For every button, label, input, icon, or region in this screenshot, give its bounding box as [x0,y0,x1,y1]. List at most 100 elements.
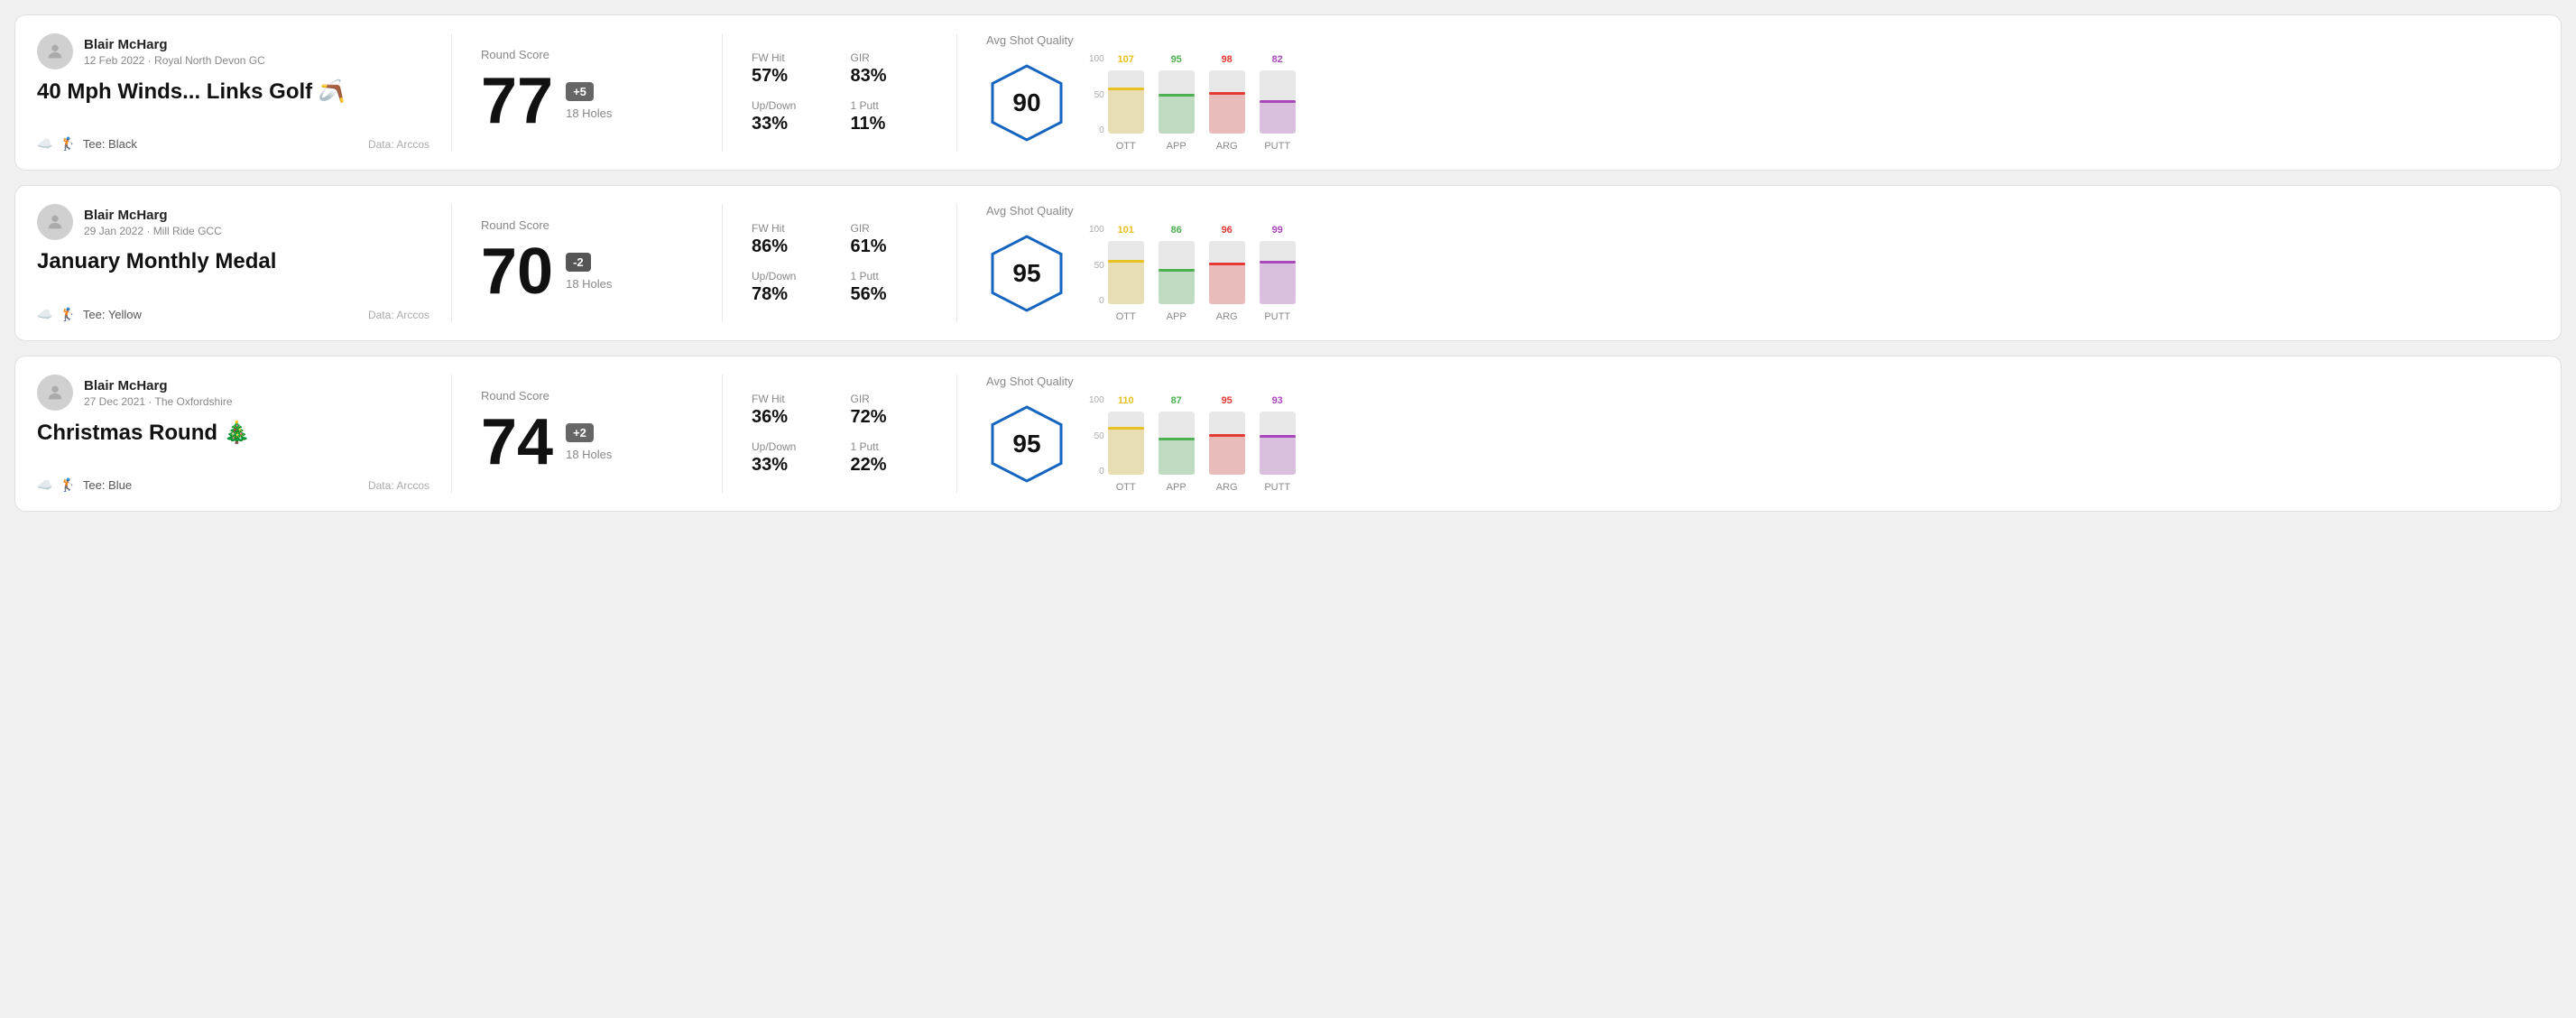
data-source-3: Data: Arccos [368,479,429,492]
fw-hit-label-1: FW Hit [752,51,829,64]
bar-value-putt: 82 [1272,54,1283,65]
y-axis: 100 50 0 [1089,225,1104,322]
bar-group-ott: 107 OTT [1108,54,1144,152]
score-section-1: Round Score 77 +5 18 Holes [452,33,723,152]
tee-info-3: ☁️ 🏌️ Tee: Blue [37,477,132,493]
bar-value-app: 86 [1171,225,1182,236]
holes-label-1: 18 Holes [566,106,612,120]
quality-row-2: 95 100 50 0 101 OTT [986,225,2539,322]
fw-hit-stat-3: FW Hit 36% [752,393,829,428]
bar-wrapper-ott [1108,412,1144,475]
bar-fill-line-app [1159,269,1195,272]
bar-label-ott: OTT [1116,482,1136,493]
date-venue-1: 12 Feb 2022 · Royal North Devon GC [84,54,265,67]
gir-value-3: 72% [851,407,928,428]
bar-fill-bg-ott [1108,427,1144,475]
bars-row: 107 OTT 95 APP 98 [1108,54,1296,152]
stats-section-1: FW Hit 57% GIR 83% Up/Down 33% 1 Putt 11… [723,33,957,152]
y-mid: 50 [1094,90,1104,100]
chart-area-3: 100 50 0 110 OTT 87 APP [1089,395,2539,493]
bar-fill-bg-putt [1260,261,1296,304]
hex-score-3: 95 [1012,430,1040,458]
bar-fill-bg-app [1159,94,1195,134]
big-score-3: 74 [481,410,553,475]
y-min: 0 [1099,296,1104,306]
bar-wrapper-app [1159,412,1195,475]
weather-icon-3: ☁️ [37,477,52,493]
bar-label-arg: ARG [1216,482,1238,493]
bar-fill-line-arg [1209,434,1245,437]
updown-stat-3: Up/Down 33% [752,440,829,476]
gir-label-1: GIR [851,51,928,64]
bar-fill-bg-ott [1108,88,1144,134]
bar-value-ott: 107 [1118,54,1134,65]
y-min: 0 [1099,125,1104,135]
bar-value-arg: 96 [1222,225,1233,236]
bar-wrapper-app [1159,241,1195,304]
date-venue-3: 27 Dec 2021 · The Oxfordshire [84,395,233,408]
score-row-3: 74 +2 18 Holes [481,410,693,475]
updown-stat-1: Up/Down 33% [752,99,829,134]
tee-label-1: Tee: Black [83,137,137,151]
bar-fill-line-arg [1209,263,1245,265]
score-label-3: Round Score [481,389,693,403]
bar-fill-line-putt [1260,435,1296,438]
hexagon-3: 95 [986,403,1067,485]
quality-section-3: Avg Shot Quality 95 100 50 0 [957,375,2539,493]
avatar-3 [37,375,73,411]
bar-fill-line-putt [1260,261,1296,264]
bar-chart-container: 100 50 0 110 OTT 87 APP [1089,395,2539,493]
user-name-1: Blair McHarg [84,37,265,52]
bar-label-putt: PUTT [1264,482,1290,493]
bar-group-arg: 98 ARG [1209,54,1245,152]
bottom-row-3: ☁️ 🏌️ Tee: Blue Data: Arccos [37,477,429,493]
score-label-1: Round Score [481,48,693,61]
fw-hit-label-2: FW Hit [752,222,829,235]
tee-info-2: ☁️ 🏌️ Tee: Yellow [37,307,142,322]
gir-value-2: 61% [851,236,928,257]
updown-label-3: Up/Down [752,440,829,453]
y-max: 100 [1089,54,1104,64]
round-card-1: Blair McHarg 12 Feb 2022 · Royal North D… [14,14,2562,171]
bar-wrapper-app [1159,70,1195,134]
holes-label-2: 18 Holes [566,277,612,291]
bar-group-putt: 82 PUTT [1260,54,1296,152]
hexagon-1: 90 [986,62,1067,143]
updown-stat-2: Up/Down 78% [752,270,829,305]
bar-value-app: 87 [1171,395,1182,406]
updown-label-2: Up/Down [752,270,829,282]
big-score-1: 77 [481,69,553,134]
y-mid: 50 [1094,261,1104,271]
bar-fill-line-ott [1108,88,1144,90]
fw-hit-label-3: FW Hit [752,393,829,405]
bottom-row-1: ☁️ 🏌️ Tee: Black Data: Arccos [37,136,429,152]
bar-fill-bg-arg [1209,263,1245,304]
user-name-2: Blair McHarg [84,208,222,223]
user-info-1: Blair McHarg 12 Feb 2022 · Royal North D… [84,37,265,67]
bar-label-app: APP [1167,141,1186,152]
y-axis: 100 50 0 [1089,54,1104,152]
updown-value-2: 78% [752,284,829,305]
user-name-3: Blair McHarg [84,378,233,393]
gir-stat-2: GIR 61% [851,222,928,257]
bar-fill-bg-putt [1260,100,1296,134]
date-venue-2: 29 Jan 2022 · Mill Ride GCC [84,225,222,237]
hex-score-2: 95 [1012,259,1040,288]
round-card-3: Blair McHarg 27 Dec 2021 · The Oxfordshi… [14,356,2562,512]
tee-info-1: ☁️ 🏌️ Tee: Black [37,136,137,152]
user-info-3: Blair McHarg 27 Dec 2021 · The Oxfordshi… [84,378,233,408]
y-axis: 100 50 0 [1089,395,1104,493]
bottom-row-2: ☁️ 🏌️ Tee: Yellow Data: Arccos [37,307,429,322]
hex-score-1: 90 [1012,88,1040,117]
data-source-2: Data: Arccos [368,309,429,321]
bar-group-ott: 110 OTT [1108,395,1144,493]
score-section-2: Round Score 70 -2 18 Holes [452,204,723,322]
bar-fill-line-ott [1108,427,1144,430]
updown-value-3: 33% [752,455,829,476]
bar-wrapper-arg [1209,412,1245,475]
fw-hit-stat-2: FW Hit 86% [752,222,829,257]
bar-group-ott: 101 OTT [1108,225,1144,322]
round-title-2: January Monthly Medal [37,249,429,274]
stats-grid-3: FW Hit 36% GIR 72% Up/Down 33% 1 Putt 22… [752,393,928,476]
score-row-1: 77 +5 18 Holes [481,69,693,134]
